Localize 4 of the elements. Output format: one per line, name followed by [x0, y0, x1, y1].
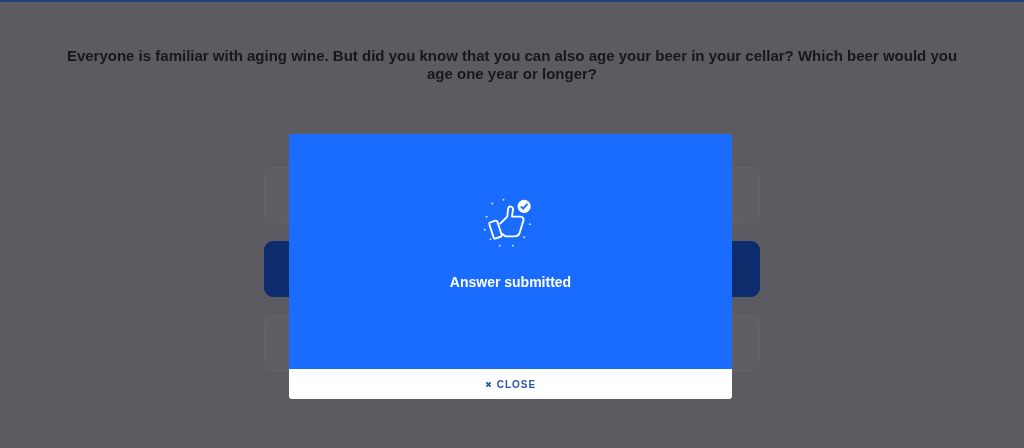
dialog-message: Answer submitted: [449, 274, 572, 290]
question-text: Everyone is familiar with aging wine. But did you know that you can also age your beer in your cellar? Which beer would you age one year or longer?: [65, 47, 959, 83]
close-button[interactable]: CLOSE: [289, 369, 732, 399]
close-icon: [484, 380, 492, 388]
